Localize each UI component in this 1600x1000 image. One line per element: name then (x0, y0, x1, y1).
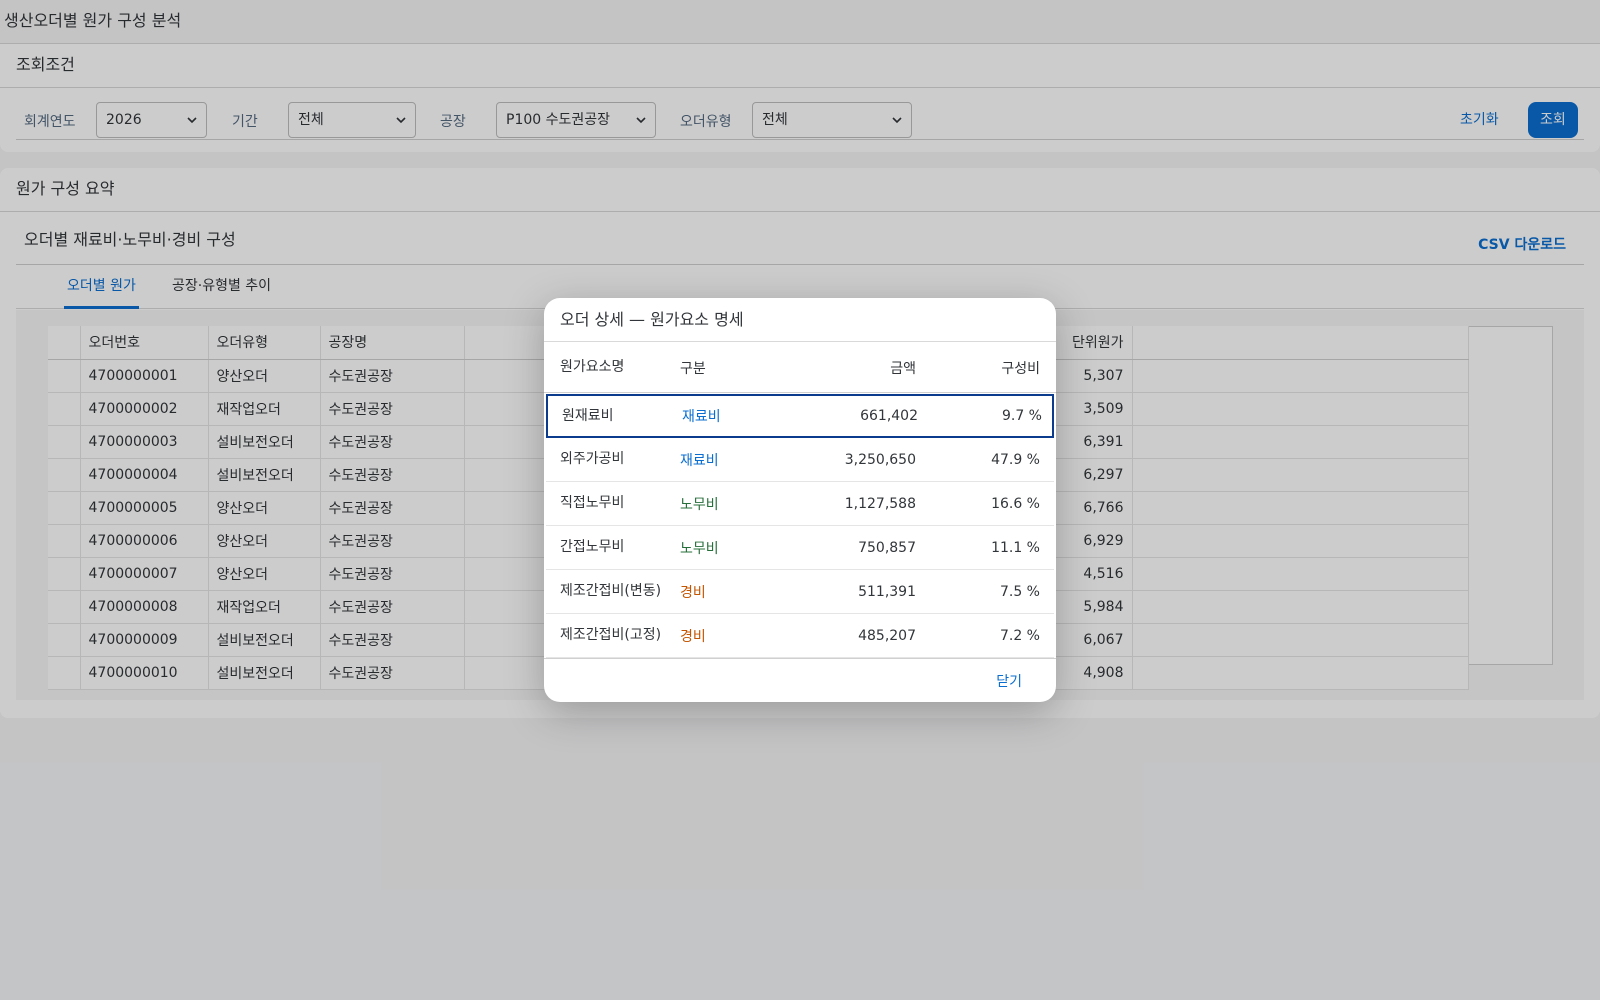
dialog-row[interactable]: 외주가공비 재료비 3,250,650 47.9 % (546, 438, 1054, 482)
cost-category: 재료비 (682, 409, 721, 425)
cost-category: 경비 (680, 628, 706, 645)
cost-element-name: 직접노무비 (560, 495, 625, 511)
cost-element-name: 외주가공비 (560, 451, 625, 467)
cost-ratio: 7.5 % (999, 583, 1040, 600)
cost-amount: 3,250,650 (844, 451, 916, 468)
cost-category: 경비 (680, 584, 706, 601)
cost-amount: 1,127,588 (844, 495, 916, 512)
cost-element-name: 원재료비 (562, 407, 614, 424)
cost-category: 재료비 (680, 452, 719, 469)
order-detail-dialog: 오더 상세 — 원가요소 명세 원가요소명 구분 금액 구성비 원재료비 재료비 6… (544, 298, 1056, 702)
dialog-title: 오더 상세 — 원가요소 명세 (544, 298, 1056, 342)
cost-category: 노무비 (680, 540, 719, 557)
dialog-row[interactable]: 간접노무비 노무비 750,857 11.1 % (546, 526, 1054, 570)
dialog-row[interactable]: 제조간접비(변동) 경비 511,391 7.5 % (546, 570, 1054, 614)
dialog-column-ratio: 구성비 (1001, 360, 1040, 377)
close-button[interactable]: 닫기 (996, 671, 1022, 691)
cost-amount: 661,402 (860, 408, 918, 424)
cost-ratio: 11.1 % (991, 539, 1040, 556)
dialog-row[interactable]: 제조간접비(고정) 경비 485,207 7.2 % (546, 614, 1054, 658)
dialog-row[interactable]: 원재료비 재료비 661,402 9.7 % (546, 394, 1054, 438)
cost-ratio: 47.9 % (991, 451, 1040, 468)
dialog-column-name: 원가요소명 (560, 359, 625, 375)
cost-amount: 511,391 (858, 583, 916, 600)
dialog-footer: 닫기 (544, 658, 1056, 702)
cost-element-name: 제조간접비(고정) (560, 627, 662, 643)
dialog-table-header: 원가요소명 구분 금액 구성비 (544, 343, 1056, 393)
cost-category: 노무비 (680, 496, 719, 513)
dialog-row[interactable]: 직접노무비 노무비 1,127,588 16.6 % (546, 482, 1054, 526)
cost-ratio: 9.7 % (1001, 408, 1042, 424)
cost-element-name: 간접노무비 (560, 539, 625, 555)
cost-ratio: 7.2 % (999, 627, 1040, 644)
cost-amount: 485,207 (858, 627, 916, 644)
dialog-column-amount: 금액 (890, 360, 916, 377)
cost-element-name: 제조간접비(변동) (560, 583, 662, 599)
cost-ratio: 16.6 % (991, 495, 1040, 512)
dialog-column-category: 구분 (680, 360, 706, 377)
cost-amount: 750,857 (858, 539, 916, 556)
